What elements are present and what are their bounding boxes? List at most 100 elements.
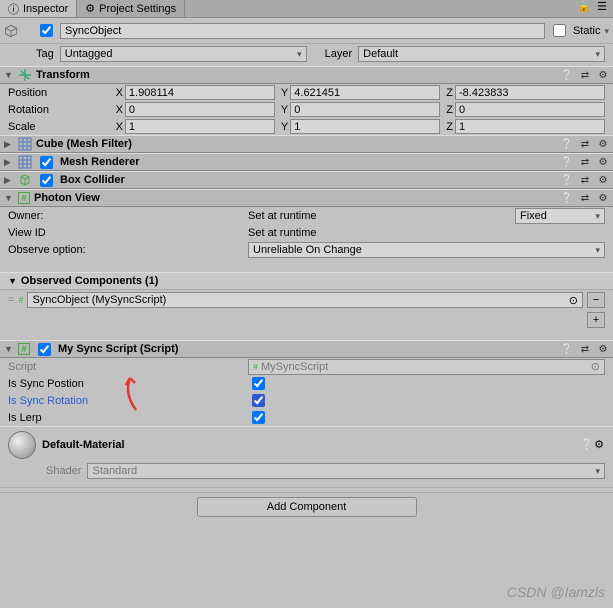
script-enabled-checkbox[interactable] (38, 343, 51, 356)
gear-icon[interactable]: ⚙ (597, 69, 609, 81)
is-sync-rotation-row: Is Sync Rotation (0, 392, 613, 409)
mesh-renderer-enabled-checkbox[interactable] (40, 156, 53, 169)
help-icon[interactable]: ❔ (581, 439, 593, 451)
position-x-field[interactable] (125, 85, 275, 100)
gear-icon[interactable]: ⚙ (593, 439, 605, 451)
static-dropdown-icon[interactable] (604, 25, 609, 37)
tab-menu-icon[interactable]: ☰ (597, 0, 607, 17)
foldout-icon[interactable]: ▼ (4, 344, 14, 354)
object-picker-icon[interactable]: ⊙ (569, 294, 578, 307)
help-icon[interactable]: ❔ (561, 69, 573, 81)
preset-icon[interactable]: ⇄ (579, 138, 591, 150)
preset-icon[interactable]: ⇄ (579, 156, 591, 168)
shader-label: Shader (46, 465, 81, 477)
cube-icon (4, 24, 18, 38)
object-picker-icon: ⊙ (591, 360, 600, 373)
photon-view-header[interactable]: ▼ # Photon View ❔⇄⚙ (0, 189, 613, 207)
foldout-icon[interactable]: ▶ (4, 175, 14, 186)
help-icon[interactable]: ❔ (561, 174, 573, 186)
is-sync-position-checkbox[interactable] (252, 377, 265, 390)
position-y-field[interactable] (290, 85, 440, 100)
static-checkbox[interactable] (553, 24, 566, 37)
component-title: Transform (36, 69, 557, 81)
is-sync-rotation-label: Is Sync Rotation (8, 395, 248, 407)
preset-icon[interactable]: ⇄ (579, 174, 591, 186)
script-icon: # (18, 343, 30, 355)
gear-icon[interactable]: ⚙ (597, 156, 609, 168)
is-lerp-label: Is Lerp (8, 412, 248, 424)
is-sync-rotation-checkbox[interactable] (252, 394, 265, 407)
object-name-field[interactable] (60, 23, 545, 39)
gear-icon[interactable]: ⚙ (597, 343, 609, 355)
drag-handle-icon[interactable]: = (8, 294, 14, 306)
help-icon[interactable]: ❔ (561, 192, 573, 204)
rotation-row: Rotation X Y Z (0, 101, 613, 118)
box-collider-header[interactable]: ▶ Box Collider ❔ ⇄ ⚙ (0, 171, 613, 189)
script-icon: # (253, 362, 258, 372)
gear-icon[interactable]: ⚙ (597, 138, 609, 150)
observe-row: Observe option: Unreliable On Change (0, 241, 613, 258)
y-label: Y (281, 104, 288, 116)
owner-row: Owner: Set at runtime Fixed (0, 207, 613, 224)
owner-mode-dropdown[interactable]: Fixed (515, 208, 605, 224)
tab-project-settings[interactable]: ⚙ Project Settings (77, 0, 185, 17)
viewid-row: View ID Set at runtime (0, 224, 613, 241)
foldout-icon[interactable]: ▶ (4, 139, 14, 150)
tag-layer-row: Tag Untagged Layer Default (0, 44, 613, 66)
mesh-filter-header[interactable]: ▶ Cube (Mesh Filter) ❔⇄⚙ (0, 135, 613, 153)
lock-icon[interactable]: 🔒 (577, 0, 591, 17)
help-icon[interactable]: ❔ (561, 156, 573, 168)
y-label: Y (281, 121, 288, 133)
gear-icon[interactable]: ⚙ (597, 192, 609, 204)
help-icon[interactable]: ❔ (561, 138, 573, 150)
observed-components-header[interactable]: ▼ Observed Components (1) (0, 272, 613, 290)
static-label: Static (573, 25, 601, 37)
add-component-button[interactable]: Add Component (197, 497, 417, 517)
layer-label: Layer (325, 48, 353, 60)
scale-y-field[interactable] (290, 119, 440, 134)
help-icon[interactable]: ❔ (561, 343, 573, 355)
foldout-icon[interactable]: ▼ (4, 193, 14, 203)
active-checkbox[interactable] (40, 24, 53, 37)
box-collider-enabled-checkbox[interactable] (40, 174, 53, 187)
preset-icon[interactable]: ⇄ (579, 343, 591, 355)
position-z-field[interactable] (455, 85, 605, 100)
component-title: Box Collider (60, 174, 557, 186)
scale-z-field[interactable] (455, 119, 605, 134)
shader-dropdown[interactable]: Standard (87, 463, 605, 479)
observed-object-field[interactable]: SyncObject (MySyncScript) ⊙ (27, 292, 583, 308)
position-label: Position (8, 87, 110, 99)
mesh-renderer-icon (18, 155, 32, 169)
rotation-x-field[interactable] (125, 102, 275, 117)
mesh-filter-icon (18, 137, 32, 151)
foldout-icon[interactable]: ▼ (4, 70, 14, 80)
material-header[interactable]: Default-Material ❔⚙ (0, 426, 613, 463)
foldout-icon[interactable]: ▶ (4, 157, 14, 168)
z-label: Z (446, 87, 453, 99)
is-lerp-checkbox[interactable] (252, 411, 265, 424)
scale-label: Scale (8, 121, 110, 133)
tab-inspector[interactable]: ⓘ Inspector (0, 0, 77, 17)
layer-value: Default (363, 48, 398, 60)
rotation-z-field[interactable] (455, 102, 605, 117)
preset-icon[interactable]: ⇄ (579, 192, 591, 204)
foldout-icon[interactable]: ▼ (8, 276, 17, 286)
add-item-button[interactable]: + (587, 312, 605, 328)
preset-icon[interactable]: ⇄ (579, 69, 591, 81)
my-sync-script-header[interactable]: ▼ # My Sync Script (Script) ❔⇄⚙ (0, 340, 613, 358)
scale-x-field[interactable] (125, 119, 275, 134)
observe-dropdown[interactable]: Unreliable On Change (248, 242, 605, 258)
component-title: Photon View (34, 192, 557, 204)
x-label: X (116, 104, 123, 116)
gear-icon[interactable]: ⚙ (597, 174, 609, 186)
script-row: Script #MySyncScript ⊙ (0, 358, 613, 375)
x-label: X (116, 87, 123, 99)
remove-item-button[interactable]: − (587, 292, 605, 308)
transform-header[interactable]: ▼ Transform ❔ ⇄ ⚙ (0, 66, 613, 84)
mesh-renderer-header[interactable]: ▶ Mesh Renderer ❔⇄⚙ (0, 153, 613, 171)
tag-dropdown[interactable]: Untagged (60, 46, 307, 62)
tag-label: Tag (36, 48, 54, 60)
layer-dropdown[interactable]: Default (358, 46, 605, 62)
rotation-y-field[interactable] (290, 102, 440, 117)
add-component-label: Add Component (267, 501, 347, 513)
